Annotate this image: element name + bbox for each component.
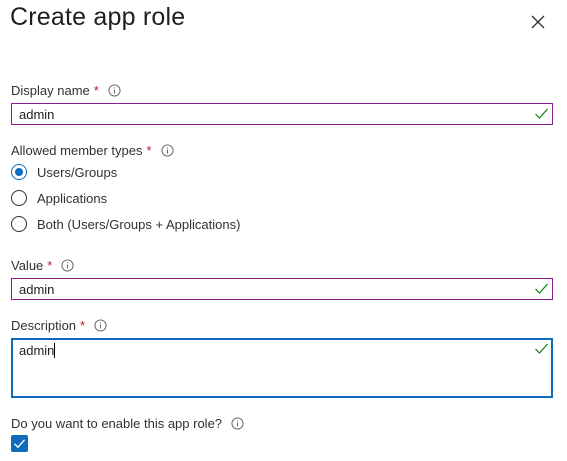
value-label: Value * [11, 258, 74, 273]
display-name-label-text: Display name [11, 83, 90, 98]
info-icon[interactable] [231, 417, 244, 430]
radio-applications[interactable]: Applications [11, 190, 107, 206]
display-name-label: Display name * [11, 83, 121, 98]
description-textarea[interactable]: admin [11, 338, 553, 398]
required-marker: * [93, 83, 99, 98]
info-icon[interactable] [108, 84, 121, 97]
member-types-label-text: Allowed member types [11, 143, 143, 158]
enable-label: Do you want to enable this app role? [11, 416, 244, 431]
description-label-text: Description [11, 318, 77, 333]
value-label-text: Value [11, 258, 44, 273]
text-caret [54, 343, 56, 358]
radio-button[interactable] [11, 216, 27, 232]
info-icon[interactable] [161, 144, 174, 157]
display-name-value: admin [19, 107, 55, 122]
radio-label: Users/Groups [37, 164, 118, 180]
value-field-value: admin [19, 282, 55, 297]
description-label: Description * [11, 318, 107, 333]
radio-label: Both (Users/Groups + Applications) [37, 216, 241, 232]
required-marker: * [47, 258, 53, 273]
radio-button[interactable] [11, 190, 27, 206]
valid-check-icon [535, 343, 548, 354]
enable-label-text: Do you want to enable this app role? [11, 416, 223, 431]
radio-label: Applications [37, 190, 108, 206]
info-icon[interactable] [94, 319, 107, 332]
required-marker: * [146, 143, 152, 158]
radio-both[interactable]: Both (Users/Groups + Applications) [11, 216, 240, 232]
radio-users-groups[interactable]: Users/Groups [11, 164, 117, 180]
checkmark-icon [14, 439, 26, 449]
enable-app-role-checkbox[interactable] [11, 435, 28, 452]
display-name-field[interactable]: admin [11, 103, 553, 125]
description-value: admin [19, 343, 55, 358]
info-icon[interactable] [61, 259, 74, 272]
value-field[interactable]: admin [11, 278, 553, 300]
valid-check-icon [535, 108, 548, 119]
member-types-label: Allowed member types * [11, 143, 174, 158]
radio-button-selected[interactable] [11, 164, 27, 180]
create-app-role-panel: Create app role Display name * admin All… [0, 0, 567, 461]
close-icon[interactable] [528, 12, 548, 32]
valid-check-icon [535, 283, 548, 294]
panel-title: Create app role [10, 3, 186, 31]
description-value-wrap: admin [19, 343, 56, 358]
required-marker: * [80, 318, 86, 333]
